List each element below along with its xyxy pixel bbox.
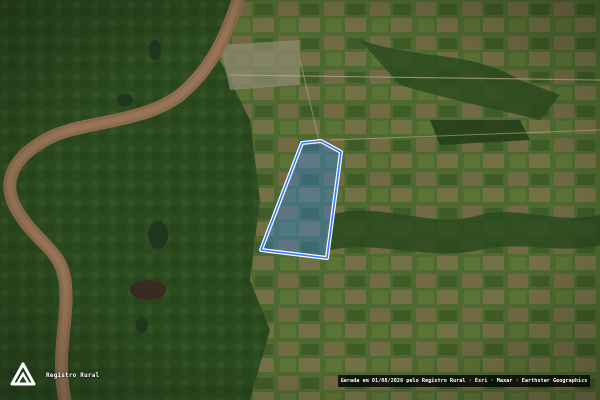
satellite-map[interactable]: Registro Rural Gerada em 01/08/2026 pelo… (0, 0, 600, 400)
registro-rural-logo-icon (10, 362, 36, 386)
satellite-imagery (0, 0, 600, 400)
attribution-text: Gerada em 01/08/2026 pelo Registro Rural… (338, 375, 590, 387)
brand-label: Registro Rural (46, 372, 100, 379)
